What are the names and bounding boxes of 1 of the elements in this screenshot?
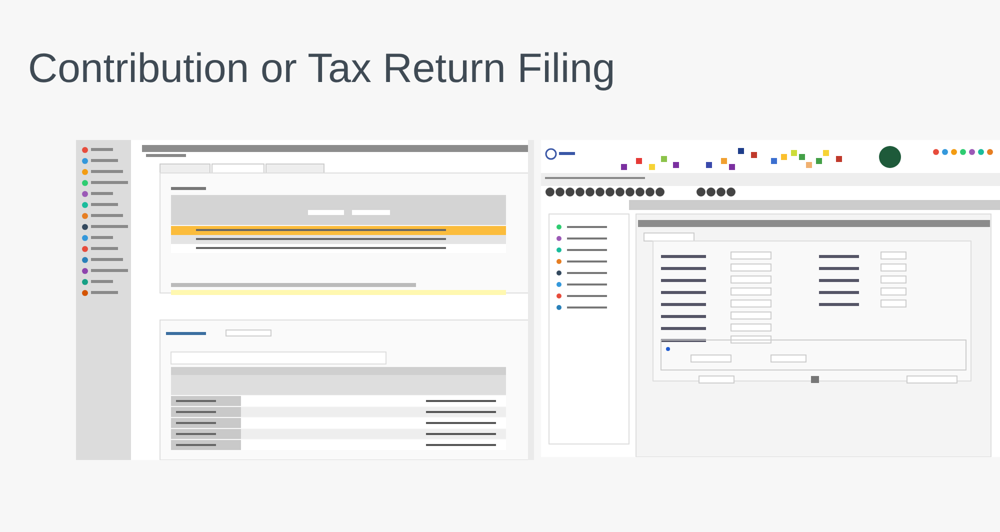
section-heading: Contribution or Tax Return Filing [28,44,616,93]
